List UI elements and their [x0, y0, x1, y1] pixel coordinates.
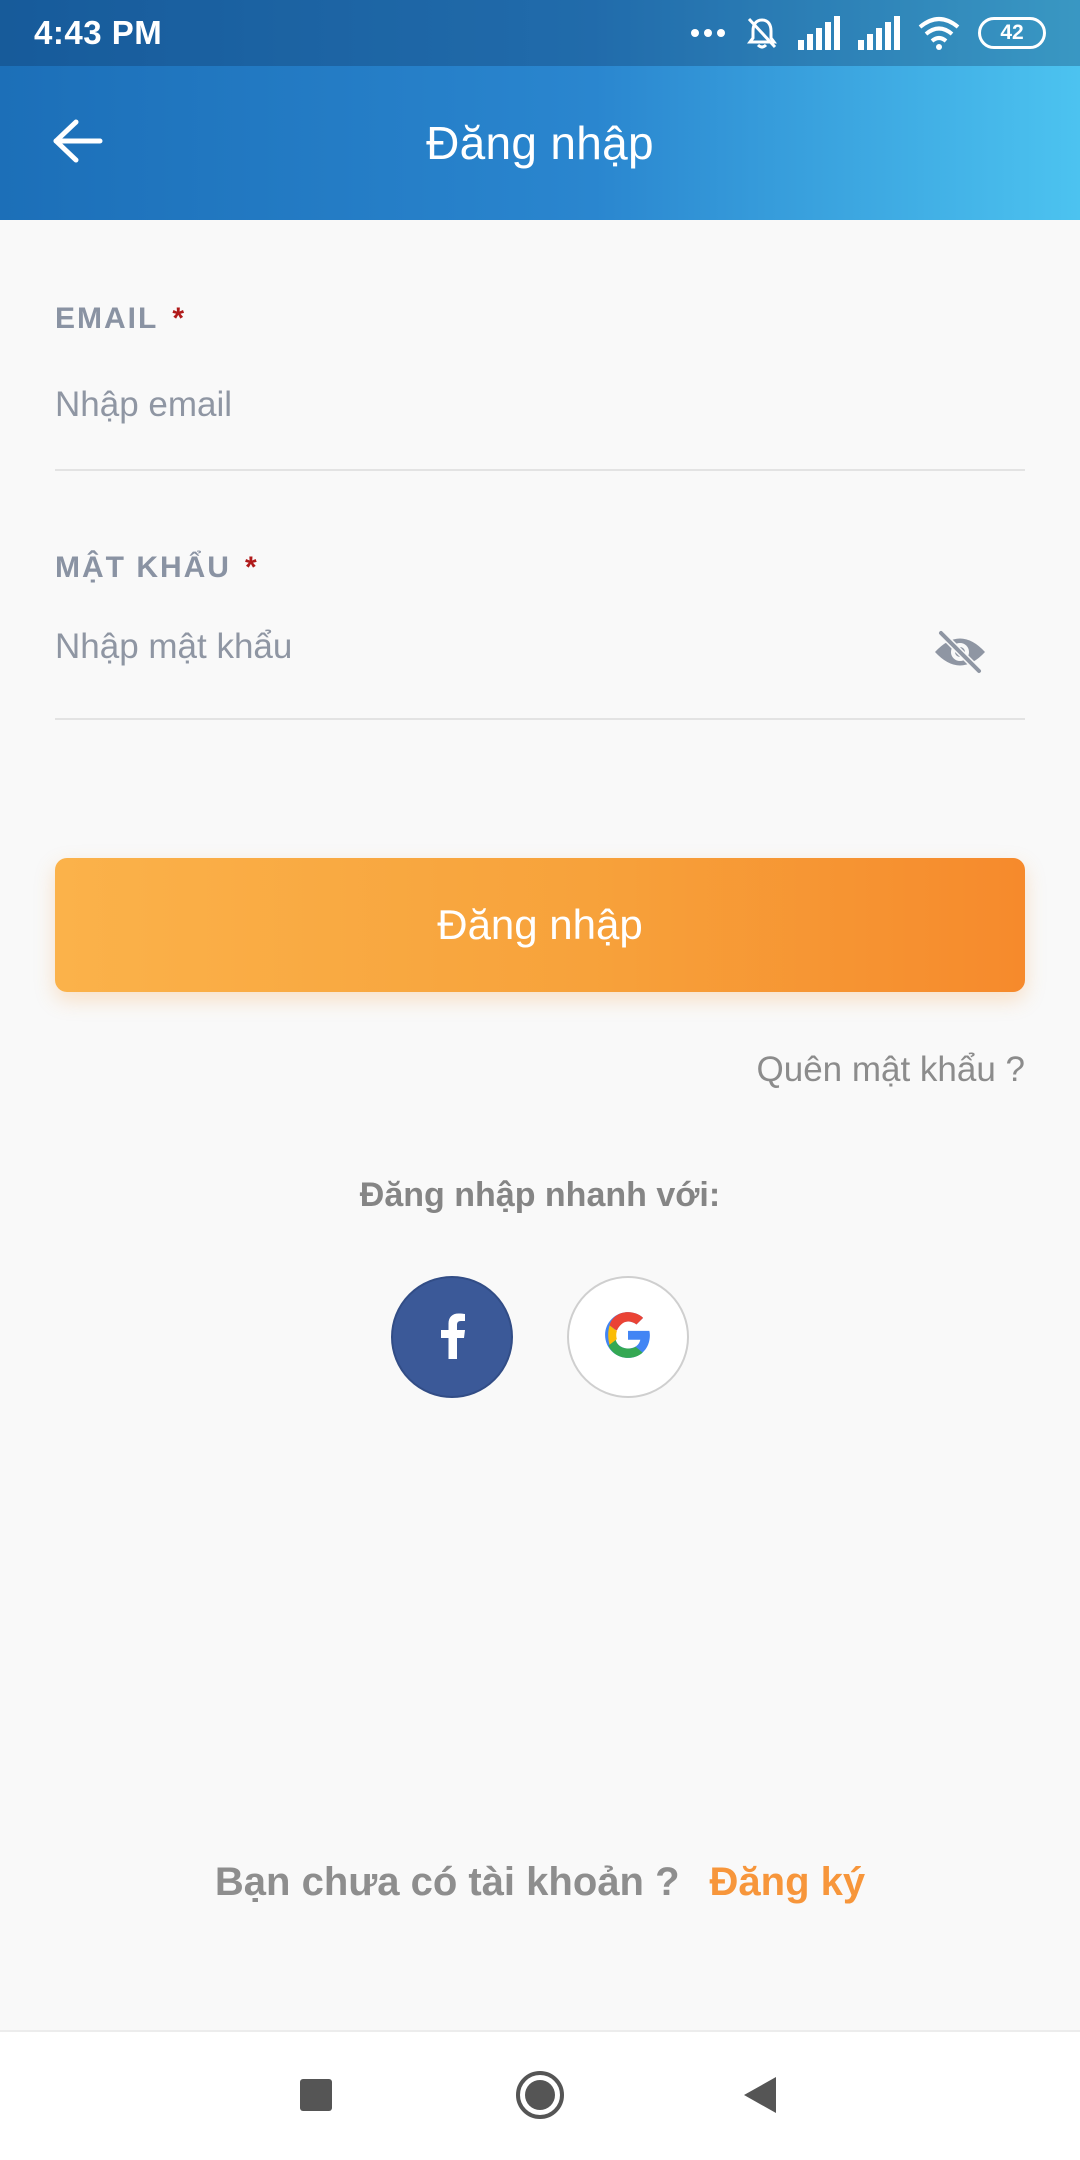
recent-apps-button[interactable] [281, 2062, 351, 2132]
login-button[interactable]: Đăng nhập [55, 858, 1025, 992]
page-title: Đăng nhập [426, 117, 654, 169]
signup-question: Bạn chưa có tài khoản ? [214, 1860, 680, 1904]
login-screen: 4:43 PM 42 Đăng nhập EMAIL * Nhập email … [0, 0, 1080, 2160]
email-label: EMAIL * [55, 302, 186, 336]
status-icons: 42 [690, 13, 1046, 53]
back-triangle-icon [742, 2075, 778, 2120]
signup-row: Bạn chưa có tài khoản ? Đăng ký [0, 1860, 1080, 1905]
system-back-button[interactable] [725, 2062, 795, 2132]
signal-icon [858, 16, 900, 50]
forgot-password-link[interactable]: Quên mật khẩu ? [757, 1050, 1026, 1090]
home-button[interactable] [505, 2062, 575, 2132]
facebook-login-button[interactable] [391, 1276, 513, 1398]
back-button[interactable] [44, 109, 112, 177]
more-dots-icon [690, 28, 726, 38]
arrow-left-icon [52, 119, 104, 168]
google-icon [603, 1310, 653, 1365]
email-field[interactable] [55, 370, 1025, 440]
recent-apps-icon [298, 2077, 334, 2118]
email-underline [55, 469, 1025, 471]
signup-link[interactable]: Đăng ký [710, 1860, 866, 1905]
facebook-icon [435, 1311, 469, 1364]
status-bar: 4:43 PM 42 [0, 0, 1080, 66]
password-label-text: MẬT KHẨU [55, 551, 231, 584]
system-nav-bar [0, 2030, 1080, 2160]
battery-icon: 42 [978, 17, 1046, 49]
password-field[interactable] [55, 612, 915, 682]
app-bar: Đăng nhập [0, 66, 1080, 220]
wifi-icon [918, 16, 960, 50]
home-icon [514, 2069, 566, 2126]
quick-login-label: Đăng nhập nhanh với: [359, 1176, 721, 1214]
eye-off-icon [933, 629, 987, 680]
password-underline [55, 718, 1025, 720]
signal-icon [798, 16, 840, 50]
required-mark: * [172, 302, 187, 335]
email-label-text: EMAIL [55, 302, 159, 335]
toggle-password-visibility-button[interactable] [928, 626, 992, 682]
mute-bell-icon [744, 15, 780, 51]
password-label: MẬT KHẨU * [55, 551, 259, 585]
required-mark: * [244, 551, 259, 584]
google-login-button[interactable] [567, 1276, 689, 1398]
status-time: 4:43 PM [34, 14, 163, 51]
